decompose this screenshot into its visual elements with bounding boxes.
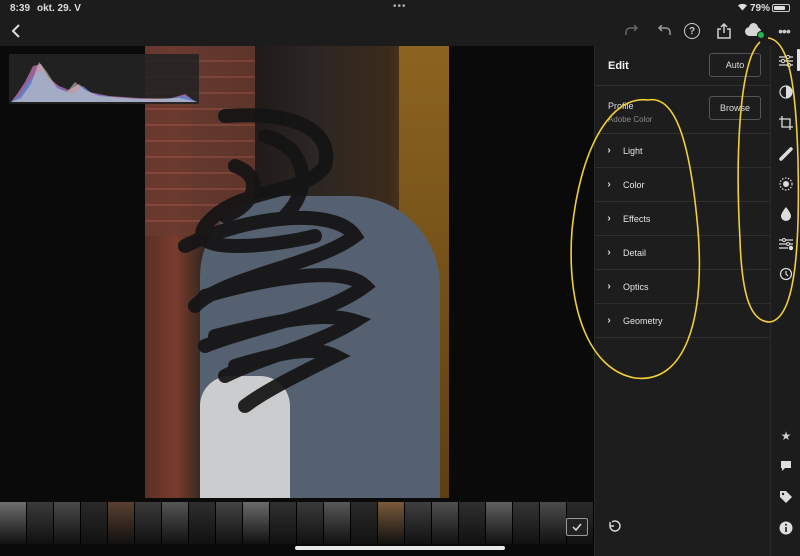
- masking-icon[interactable]: [776, 82, 796, 102]
- browse-button[interactable]: Browse: [709, 96, 761, 120]
- filmstrip-thumbnail[interactable]: [243, 502, 270, 544]
- star-icon[interactable]: ★: [776, 426, 796, 446]
- filmstrip-thumbnail[interactable]: [351, 502, 378, 544]
- photo: [145, 46, 449, 498]
- filmstrip-thumbnail[interactable]: [378, 502, 405, 544]
- more-icon[interactable]: •••: [774, 21, 794, 41]
- filmstrip-thumbnail[interactable]: [81, 502, 108, 544]
- multitasking-dots-icon[interactable]: •••: [393, 1, 407, 12]
- undo-icon[interactable]: [654, 21, 674, 41]
- chevron-right-icon: ›: [607, 315, 611, 326]
- profile-label: Profile: [608, 101, 634, 111]
- section-label: Light: [623, 145, 643, 156]
- brush-icon[interactable]: [776, 204, 796, 224]
- filmstrip-select-icon[interactable]: [566, 518, 588, 536]
- filmstrip-thumbnail[interactable]: [162, 502, 189, 544]
- histogram[interactable]: [9, 54, 199, 104]
- section-detail[interactable]: › Detail: [595, 236, 771, 270]
- section-light[interactable]: › Light: [595, 134, 771, 168]
- status-date: okt. 29. V: [37, 3, 81, 14]
- cloud-sync-icon[interactable]: [744, 21, 766, 41]
- divider: [595, 85, 771, 86]
- section-label: Color: [623, 179, 645, 190]
- section-label: Effects: [623, 213, 651, 224]
- section-optics[interactable]: › Optics: [595, 270, 771, 304]
- filmstrip-thumbnail[interactable]: [108, 502, 135, 544]
- section-label: Detail: [623, 247, 647, 258]
- tool-rail: ★: [770, 46, 800, 556]
- battery-percent: 79%: [750, 3, 771, 14]
- profile-value: Adobe Color: [608, 115, 653, 124]
- chevron-right-icon: ›: [607, 247, 611, 258]
- filmstrip-thumbnail[interactable]: [216, 502, 243, 544]
- selective-icon[interactable]: [776, 174, 796, 194]
- chevron-right-icon: ›: [607, 179, 611, 190]
- filmstrip-thumbnail[interactable]: [405, 502, 432, 544]
- filmstrip-thumbnail[interactable]: [189, 502, 216, 544]
- auto-button[interactable]: Auto: [709, 53, 761, 77]
- filmstrip-thumbnail[interactable]: [459, 502, 486, 544]
- filmstrip-thumbnail[interactable]: [297, 502, 324, 544]
- battery-level: [774, 6, 785, 10]
- versions-icon[interactable]: [776, 264, 796, 284]
- section-label: Geometry: [623, 315, 663, 326]
- redo-icon[interactable]: [622, 21, 642, 41]
- filmstrip-thumbnail[interactable]: [486, 502, 513, 544]
- filmstrip-thumbnail[interactable]: [54, 502, 81, 544]
- filmstrip-thumbnail[interactable]: [27, 502, 54, 544]
- filmstrip-thumbnail[interactable]: [513, 502, 540, 544]
- section-geometry[interactable]: › Geometry: [595, 304, 771, 338]
- section-color[interactable]: › Color: [595, 168, 771, 202]
- filmstrip-thumbnail[interactable]: [0, 502, 27, 544]
- share-icon[interactable]: [714, 21, 734, 41]
- filmstrip[interactable]: [0, 502, 594, 544]
- panel-title: Edit: [608, 60, 629, 72]
- back-icon[interactable]: [6, 21, 26, 41]
- section-label: Optics: [623, 281, 649, 292]
- presets-icon[interactable]: [776, 234, 796, 254]
- crop-icon[interactable]: [776, 113, 796, 133]
- filmstrip-thumbnail[interactable]: [324, 502, 351, 544]
- chevron-right-icon: ›: [607, 281, 611, 292]
- help-icon[interactable]: ?: [684, 23, 700, 39]
- reset-icon[interactable]: [607, 520, 621, 535]
- sync-status-dot: [757, 31, 765, 39]
- filmstrip-thumbnail[interactable]: [432, 502, 459, 544]
- battery-icon: [772, 4, 790, 12]
- redaction-scribble: [178, 108, 376, 413]
- wifi-icon: [737, 2, 748, 14]
- filmstrip-thumbnail[interactable]: [540, 502, 567, 544]
- edit-panel: Edit Auto Profile Adobe Color Browse › L…: [594, 46, 771, 556]
- home-indicator: [295, 546, 505, 550]
- healing-icon[interactable]: [776, 144, 796, 164]
- chevron-right-icon: ›: [607, 213, 611, 224]
- chevron-right-icon: ›: [607, 145, 611, 156]
- edit-sliders-icon[interactable]: [776, 51, 796, 71]
- comment-icon[interactable]: [776, 456, 796, 476]
- filmstrip-thumbnail[interactable]: [135, 502, 162, 544]
- tag-icon[interactable]: [776, 487, 796, 507]
- status-bar: 8:39 okt. 29. V ••• 79%: [0, 0, 800, 16]
- section-effects[interactable]: › Effects: [595, 202, 771, 236]
- status-time: 8:39: [10, 3, 31, 14]
- photo-canvas[interactable]: [0, 46, 594, 502]
- top-toolbar: ? •••: [0, 16, 800, 46]
- filmstrip-thumbnail[interactable]: [270, 502, 297, 544]
- info-icon[interactable]: [776, 518, 796, 538]
